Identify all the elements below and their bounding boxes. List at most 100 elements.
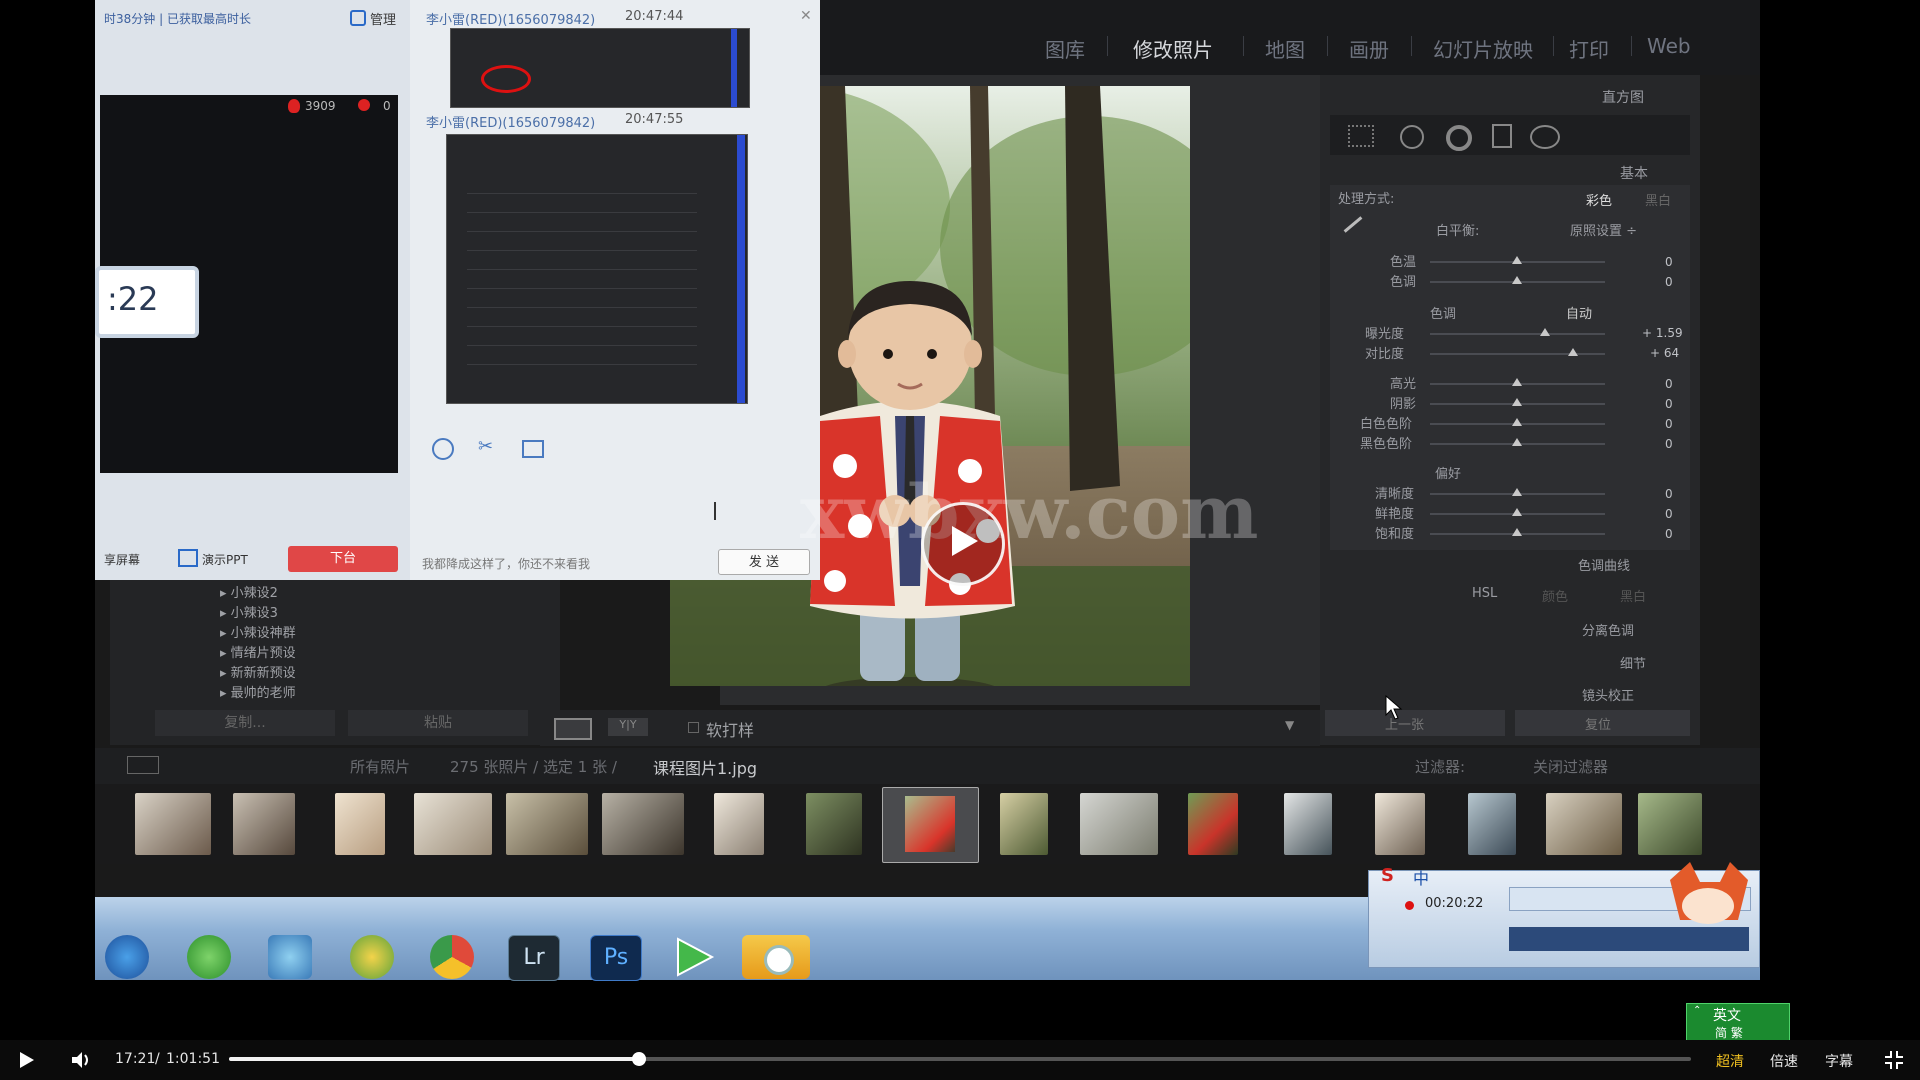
vibrance-slider-knob[interactable]: [1512, 508, 1522, 516]
filmstrip-source[interactable]: 所有照片: [350, 756, 410, 777]
graduated-filter-icon[interactable]: [1492, 124, 1512, 148]
video-play-button[interactable]: [921, 502, 1005, 586]
photoshop-taskbar-button[interactable]: Ps: [590, 935, 642, 981]
share-screen-button[interactable]: 享屏幕: [104, 551, 140, 568]
play-icon[interactable]: [18, 1050, 36, 1070]
preset-item[interactable]: ▸ 小辣设2: [220, 582, 278, 601]
chat-input[interactable]: 我都降成这样了，你还不来看我: [422, 555, 590, 572]
qq-browser-icon[interactable]: [268, 935, 312, 979]
module-web[interactable]: Web: [1647, 34, 1691, 58]
filter-off-select[interactable]: 关闭过滤器: [1533, 756, 1608, 777]
screenshot-message[interactable]: [446, 134, 748, 404]
sogou-ime-icon[interactable]: S: [1381, 865, 1394, 886]
exposure-slider-knob[interactable]: [1540, 328, 1550, 336]
reset-button[interactable]: 复位: [1515, 710, 1690, 736]
saturation-slider-knob[interactable]: [1512, 528, 1522, 536]
filmstrip-thumb[interactable]: [714, 793, 764, 855]
module-print[interactable]: 打印: [1569, 34, 1609, 63]
filmstrip-thumb[interactable]: [1188, 793, 1238, 855]
toolbar-menu-icon[interactable]: ▼: [1285, 718, 1294, 732]
hsl-color-tab[interactable]: 颜色: [1542, 586, 1568, 605]
settings-icon[interactable]: [350, 935, 394, 979]
quality-button[interactable]: 超清: [1716, 1051, 1744, 1071]
panel-split-toning[interactable]: 分离色调: [1582, 620, 1634, 639]
panel-tone-curve[interactable]: 色调曲线: [1578, 555, 1630, 574]
ime-simplified-label[interactable]: 简 繁: [1715, 1024, 1743, 1041]
preset-item[interactable]: ▸ 小辣设3: [220, 602, 278, 621]
previous-button[interactable]: 上一张: [1325, 710, 1505, 736]
contrast-slider-knob[interactable]: [1568, 348, 1578, 356]
filmstrip-thumb[interactable]: [135, 793, 211, 855]
manage-icon[interactable]: [350, 10, 366, 26]
filmstrip-thumb[interactable]: [1638, 793, 1702, 855]
filmstrip-thumb[interactable]: [1284, 793, 1332, 855]
scissors-icon[interactable]: ✂: [478, 436, 493, 457]
contrast-slider[interactable]: [1430, 353, 1605, 355]
manage-button[interactable]: 管理: [370, 9, 396, 28]
chat-close-icon[interactable]: ✕: [800, 8, 812, 24]
preset-item[interactable]: ▸ 新新新预设: [220, 662, 296, 681]
filmstrip-thumb[interactable]: [602, 793, 684, 855]
ie-icon[interactable]: [187, 935, 231, 979]
panel-lens-corrections[interactable]: 镜头校正: [1582, 685, 1634, 704]
preset-item[interactable]: ▸ 最帅的老师: [220, 682, 296, 701]
filmstrip-thumb-selected[interactable]: [882, 787, 979, 863]
temp-slider-knob[interactable]: [1512, 256, 1522, 264]
tint-slider-knob[interactable]: [1512, 276, 1522, 284]
histogram-header[interactable]: 直方图: [1602, 87, 1644, 107]
softproof-checkbox[interactable]: [688, 722, 699, 733]
image-icon[interactable]: [522, 440, 544, 458]
wb-select[interactable]: 原照设置 ÷: [1570, 220, 1637, 239]
module-slideshow[interactable]: 幻灯片放映: [1433, 34, 1533, 63]
filmstrip-filename[interactable]: 课程图片1.jpg: [653, 755, 757, 779]
module-map[interactable]: 地图: [1265, 34, 1305, 63]
filmstrip-thumb[interactable]: [806, 793, 862, 855]
filmstrip-thumb[interactable]: [1080, 793, 1158, 855]
filmstrip-thumb[interactable]: [1000, 793, 1048, 855]
filmstrip-thumb[interactable]: [414, 793, 492, 855]
treatment-color-option[interactable]: 彩色: [1586, 190, 1612, 209]
panel-hsl[interactable]: HSL: [1472, 586, 1497, 601]
show-ppt-button[interactable]: 演示PPT: [202, 551, 248, 568]
send-button[interactable]: 发 送: [718, 549, 810, 575]
clarity-slider-knob[interactable]: [1512, 488, 1522, 496]
start-button-icon[interactable]: [105, 935, 149, 979]
camera-taskbar-button[interactable]: [742, 935, 810, 979]
media-player-icon[interactable]: [672, 935, 716, 979]
module-library[interactable]: 图库: [1045, 34, 1085, 63]
spot-removal-icon[interactable]: [1400, 125, 1424, 149]
filmstrip-thumb[interactable]: [233, 793, 295, 855]
module-develop[interactable]: 修改照片: [1133, 34, 1213, 63]
chrome-icon[interactable]: [430, 935, 474, 979]
radial-filter-icon[interactable]: [1530, 125, 1560, 149]
basic-header[interactable]: 基本: [1620, 163, 1648, 183]
speed-button[interactable]: 倍速: [1770, 1051, 1798, 1071]
preset-item[interactable]: ▸ 情绪片预设: [220, 642, 296, 661]
module-book[interactable]: 画册: [1349, 34, 1389, 63]
screenshot-message[interactable]: [450, 28, 750, 108]
leave-stage-button[interactable]: 下台: [288, 546, 398, 572]
redeye-icon[interactable]: [1446, 125, 1472, 151]
shadows-slider-knob[interactable]: [1512, 398, 1522, 406]
hsl-bw-tab[interactable]: 黑白: [1620, 586, 1646, 605]
filmstrip-thumb[interactable]: [1546, 793, 1622, 855]
crop-icon[interactable]: [1348, 125, 1374, 147]
secondary-display-icon[interactable]: [127, 756, 159, 774]
filmstrip-thumb[interactable]: [1375, 793, 1425, 855]
blacks-slider-knob[interactable]: [1512, 438, 1522, 446]
paste-settings-button[interactable]: 粘贴: [348, 710, 528, 736]
emoji-icon[interactable]: [432, 438, 454, 460]
subtitle-button[interactable]: 字幕: [1825, 1051, 1853, 1071]
preset-item[interactable]: ▸ 小辣设神群: [220, 622, 296, 641]
exposure-slider[interactable]: [1430, 333, 1605, 335]
loupe-view-icon[interactable]: [554, 718, 592, 740]
exit-fullscreen-icon[interactable]: [1884, 1050, 1904, 1070]
whites-slider-knob[interactable]: [1512, 418, 1522, 426]
ime-language-widget[interactable]: ⌃ 英文 简 繁: [1686, 1003, 1790, 1043]
filmstrip-thumb[interactable]: [335, 793, 385, 855]
lightroom-taskbar-button[interactable]: Lr: [508, 935, 560, 981]
filmstrip-thumb[interactable]: [1468, 793, 1516, 855]
filmstrip-thumb[interactable]: [506, 793, 588, 855]
progress-handle[interactable]: [632, 1052, 647, 1066]
panel-detail[interactable]: 细节: [1620, 653, 1646, 672]
